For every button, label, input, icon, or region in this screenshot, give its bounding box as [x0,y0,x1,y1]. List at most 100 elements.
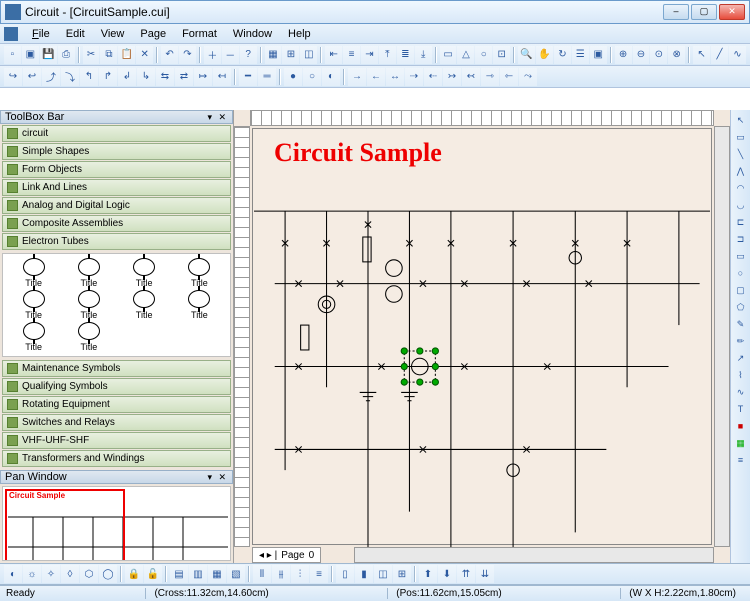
delete-icon[interactable]: ✕ [136,46,153,64]
arrow-3-icon[interactable]: ↔ [386,68,404,86]
brace-icon[interactable]: ⊐ [733,231,749,247]
arrange-2-icon[interactable]: ▮ [355,565,373,583]
scrollbar-vertical[interactable] [714,126,730,547]
ellipse-tool-icon[interactable]: ○ [733,265,749,281]
text-tool-icon[interactable]: T [733,401,749,417]
conn-10-icon[interactable]: ⇄ [175,68,193,86]
lock-icon[interactable]: 🔒 [125,565,143,583]
undo-icon[interactable]: ↶ [161,46,178,64]
align-middle-icon[interactable]: ≣ [397,46,414,64]
layer-3-icon[interactable]: ▦ [208,565,226,583]
layer-1-icon[interactable]: ▤ [170,565,188,583]
conn-8-icon[interactable]: ↳ [137,68,155,86]
refresh-icon[interactable]: ↻ [554,46,571,64]
prop-6-icon[interactable]: ◯ [99,565,117,583]
menu-help[interactable]: Help [280,28,319,40]
snap-icon[interactable]: ⊞ [282,46,299,64]
menu-edit[interactable]: Edit [58,28,93,40]
prop-4-icon[interactable]: ◊ [61,565,79,583]
arrow-tool-icon[interactable]: ↗ [733,350,749,366]
pan-window[interactable]: Circuit Sample [2,486,231,561]
conn-11-icon[interactable]: ↦ [194,68,212,86]
ellipse-arc-icon[interactable]: ◡ [733,197,749,213]
layer-2-icon[interactable]: ▥ [189,565,207,583]
zoom-out-icon[interactable]: ⊖ [633,46,650,64]
rect-tool2-icon[interactable]: ▭ [733,248,749,264]
print-icon[interactable]: ⎙ [58,46,75,64]
image-icon[interactable]: ▦ [733,435,749,451]
curve-icon[interactable]: ∿ [729,46,746,64]
zoom-fit-icon[interactable]: ⊙ [650,46,667,64]
arrow-5-icon[interactable]: ⇠ [424,68,442,86]
dist-4-icon[interactable]: ≡ [310,565,328,583]
pointer-icon[interactable]: ↖ [693,46,710,64]
redo-icon[interactable]: ↷ [179,46,196,64]
zoom-in-icon[interactable]: ⊕ [615,46,632,64]
conn-2-icon[interactable]: ↩ [23,68,41,86]
palette-item-8[interactable]: Title [7,322,60,352]
dist-1-icon[interactable]: ⫴ [253,565,271,583]
maximize-button[interactable]: ▢ [691,4,717,20]
wave-icon[interactable]: ∿ [733,384,749,400]
arrow-4-icon[interactable]: ⇢ [405,68,423,86]
align-right-icon[interactable]: ⇥ [361,46,378,64]
category-circuit[interactable]: circuit [2,125,231,142]
menu-page[interactable]: Page [132,28,174,40]
fill-icon[interactable]: ■ [733,418,749,434]
align-top-icon[interactable]: ⤒ [379,46,396,64]
copy-icon[interactable]: ⧉ [100,46,117,64]
conn-7-icon[interactable]: ↲ [118,68,136,86]
category-link-and-lines[interactable]: Link And Lines [2,179,231,196]
category-switches-and-relays[interactable]: Switches and Relays [2,414,231,431]
select-tool-icon[interactable]: ▭ [733,129,749,145]
rounded-rect-icon[interactable]: ▢ [733,282,749,298]
arrow-8-icon[interactable]: ⇾ [481,68,499,86]
palette-item-2[interactable]: Title [118,258,171,288]
help-icon[interactable]: ? [240,46,257,64]
minimize-button[interactable]: – [663,4,689,20]
pencil-icon[interactable]: ✎ [733,316,749,332]
conn-9-icon[interactable]: ⇆ [156,68,174,86]
arrow-1-icon[interactable]: → [348,68,366,86]
endpoint-2-icon[interactable]: ○ [303,68,321,86]
group-icon[interactable]: ▣ [590,46,607,64]
conn-4-icon[interactable]: ⤵ [61,68,79,86]
palette-item-5[interactable]: Title [62,290,115,320]
new-icon[interactable]: ▫ [4,46,21,64]
polyline-tool-icon[interactable]: ⋀ [733,163,749,179]
add-icon[interactable]: ＋ [204,46,221,64]
prop-2-icon[interactable]: ☼ [23,565,41,583]
arrow-2-icon[interactable]: ← [367,68,385,86]
arrow-6-icon[interactable]: ↣ [443,68,461,86]
menu-view[interactable]: View [93,28,133,40]
endpoint-1-icon[interactable]: ● [284,68,302,86]
search-icon[interactable]: 🔍 [518,46,535,64]
category-transformers-and-windings[interactable]: Transformers and Windings [2,450,231,467]
palette-item-7[interactable]: Title [173,290,226,320]
layer-4-icon[interactable]: ▧ [227,565,245,583]
pointer-tool-icon[interactable]: ↖ [733,112,749,128]
conn-5-icon[interactable]: ↰ [80,68,98,86]
conn-3-icon[interactable]: ⤴ [42,68,60,86]
close-button[interactable]: ✕ [719,4,745,20]
layers-icon[interactable]: ☰ [572,46,589,64]
arrange-4-icon[interactable]: ⊞ [393,565,411,583]
conn-1-icon[interactable]: ↪ [4,68,22,86]
palette-item-1[interactable]: Title [62,258,115,288]
arrange-3-icon[interactable]: ◫ [374,565,392,583]
prop-5-icon[interactable]: ⬡ [80,565,98,583]
triangle-tool-icon[interactable]: △ [457,46,474,64]
bracket-icon[interactable]: ⊏ [733,214,749,230]
paste-icon[interactable]: 📋 [118,46,135,64]
grid-icon[interactable]: ▦ [265,46,282,64]
save-icon[interactable]: 💾 [40,46,57,64]
order-4-icon[interactable]: ⇊ [476,565,494,583]
line-tool-icon[interactable]: ╲ [733,146,749,162]
prop-3-icon[interactable]: ✧ [42,565,60,583]
crop-icon[interactable]: ⊡ [493,46,510,64]
category-maintenance-symbols[interactable]: Maintenance Symbols [2,360,231,377]
arrange-1-icon[interactable]: ▯ [336,565,354,583]
zoom-100-icon[interactable]: ⊗ [668,46,685,64]
dist-3-icon[interactable]: ⫶ [291,565,309,583]
scrollbar-horizontal[interactable] [354,547,714,563]
